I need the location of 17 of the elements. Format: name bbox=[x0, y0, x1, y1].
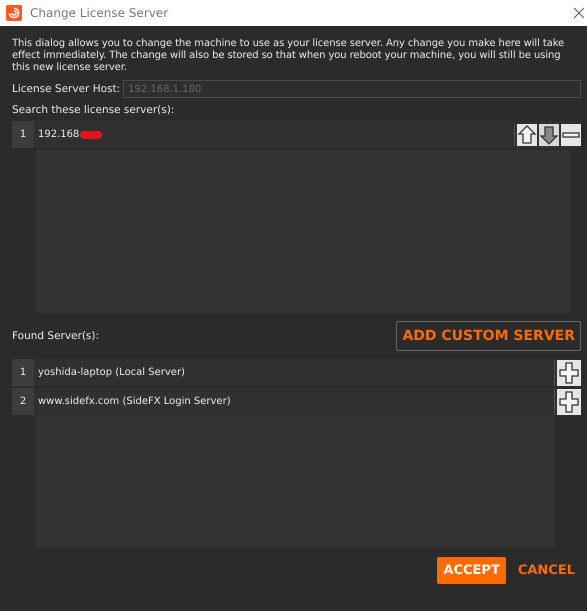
row-index: 2 bbox=[12, 388, 34, 415]
server-row[interactable]: 1 192.168 bbox=[12, 121, 581, 148]
description-text: This dialog allows you to change the machine to use as your license server. Any change you make here will take effect immediately. The change will also be stored so that when you reboot your machine, you will still be using this new license server. bbox=[12, 38, 566, 74]
row-index: 1 bbox=[12, 121, 34, 148]
server-name: 192.168 bbox=[37, 129, 80, 140]
search-servers-label: Search these license server(s): bbox=[12, 104, 176, 116]
server-name: www.sidefx.com (SideFX Login Server) bbox=[37, 396, 231, 407]
add-custom-server-button[interactable]: ADD CUSTOM SERVER bbox=[396, 321, 581, 351]
server-row[interactable]: 1 yoshida-laptop (Local Server) bbox=[12, 359, 581, 386]
host-label: License Server Host: bbox=[12, 83, 120, 95]
row-index: 1 bbox=[12, 359, 34, 386]
window-title: Change License Server bbox=[30, 6, 168, 20]
server-row[interactable]: 2 www.sidefx.com (SideFX Login Server) bbox=[12, 388, 581, 415]
server-name: yoshida-laptop (Local Server) bbox=[37, 367, 185, 378]
host-input-field[interactable]: 192.168.1.180 bbox=[123, 80, 581, 98]
found-servers-label: Found Server(s): bbox=[12, 330, 100, 342]
cancel-button[interactable]: CANCEL bbox=[516, 557, 577, 584]
